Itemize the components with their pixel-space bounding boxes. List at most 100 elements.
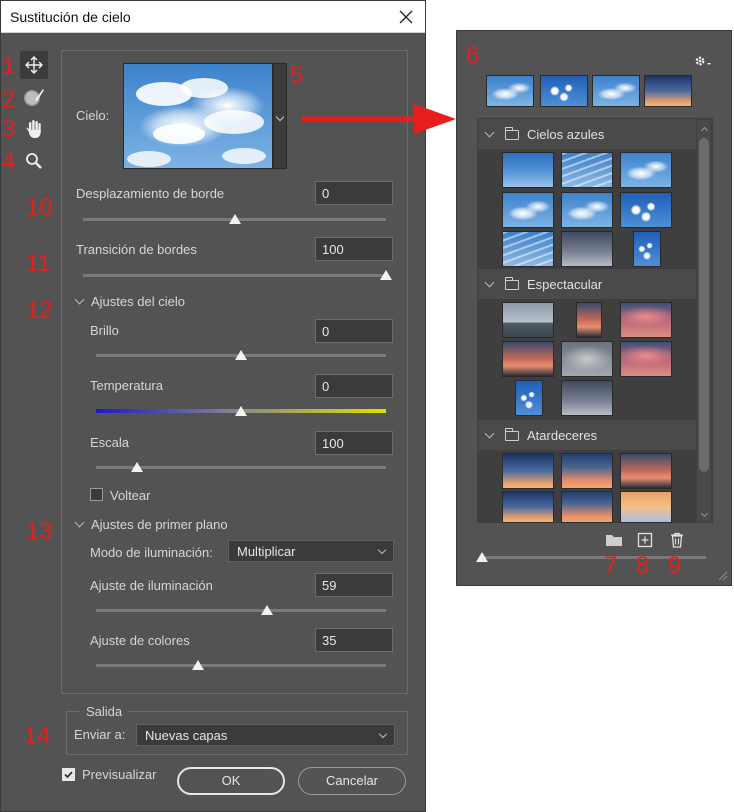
sky-preset-thumbnail[interactable] — [502, 192, 554, 228]
resize-grip-icon[interactable] — [716, 569, 728, 581]
annotation-number: 4 — [2, 148, 16, 175]
sky-preset-thumbnail[interactable] — [561, 231, 613, 267]
group-sunsets-header[interactable]: Atardeceres — [478, 420, 696, 450]
sky-preset-thumbnail[interactable] — [620, 192, 672, 228]
chevron-down-icon — [484, 127, 495, 138]
recent-sky-thumbnail[interactable] — [592, 75, 640, 107]
gear-icon — [695, 56, 711, 66]
sky-preview-thumbnail[interactable] — [123, 63, 273, 169]
sky-preset-thumbnail[interactable] — [620, 302, 672, 338]
folder-icon — [505, 127, 519, 140]
sky-preset-thumbnail[interactable] — [502, 152, 554, 188]
ok-button[interactable]: OK — [177, 767, 285, 795]
annotation-number: 14 — [24, 722, 51, 749]
cancel-button[interactable]: Cancelar — [298, 767, 406, 795]
lighting-adjust-input[interactable]: 59 — [315, 573, 393, 597]
edge-shift-slider-thumb[interactable] — [228, 214, 241, 224]
edge-shift-input[interactable]: 0 — [315, 181, 393, 205]
scrollbar-thumb[interactable] — [699, 138, 709, 472]
flip-label: Voltear — [110, 488, 151, 503]
edge-fade-label: Transición de bordes — [76, 242, 197, 257]
new-group-button[interactable] — [605, 532, 623, 548]
chevron-down-icon — [484, 277, 495, 288]
sky-preset-thumbnail[interactable] — [633, 231, 661, 267]
sky-preset-thumbnail[interactable] — [561, 192, 613, 228]
sky-dropdown-toggle[interactable] — [273, 63, 287, 169]
recent-sky-thumbnail[interactable] — [644, 75, 692, 107]
sky-preset-thumbnail[interactable] — [561, 491, 613, 523]
recent-sky-thumbnail[interactable] — [486, 75, 534, 107]
color-adjust-slider-track[interactable] — [96, 664, 386, 667]
brightness-input[interactable]: 0 — [315, 319, 393, 343]
annotation-arrow — [302, 104, 456, 134]
color-adjust-slider-thumb[interactable] — [191, 660, 204, 670]
lighting-mode-select[interactable]: Multiplicar — [228, 540, 394, 562]
zoom-tool-button[interactable] — [20, 147, 48, 175]
chevron-down-icon — [484, 428, 495, 439]
sky-preset-thumbnail[interactable] — [502, 231, 554, 267]
color-adjust-input[interactable]: 35 — [315, 628, 393, 652]
lighting-adjust-slider-track[interactable] — [96, 609, 386, 612]
folder-icon — [505, 277, 519, 290]
foreground-adjustments-header[interactable]: Ajustes de primer plano — [74, 517, 228, 532]
scale-slider-thumb[interactable] — [130, 462, 143, 472]
thumbnail-size-slider-thumb[interactable] — [476, 552, 488, 562]
annotation-number: 6 — [466, 42, 480, 69]
sky-adjustments-header[interactable]: Ajustes del cielo — [74, 294, 185, 309]
send-to-select[interactable]: Nuevas capas — [136, 724, 395, 746]
group-blue-skies-header[interactable]: Cielos azules — [478, 119, 696, 149]
lighting-adjust-slider-thumb[interactable] — [261, 605, 274, 615]
sky-brush-tool-button[interactable] — [20, 83, 48, 111]
annotation-number: 10 — [26, 194, 53, 221]
edge-fade-input[interactable]: 100 — [315, 237, 393, 261]
sky-preset-thumbnail[interactable] — [502, 341, 554, 377]
sky-preset-thumbnail[interactable] — [561, 341, 613, 377]
output-group-label: Salida — [80, 704, 129, 719]
hand-tool-button[interactable] — [20, 115, 48, 143]
chevron-down-icon — [74, 517, 85, 528]
recent-sky-thumbnail[interactable] — [540, 75, 588, 107]
preview-checkbox[interactable] — [62, 768, 75, 781]
folder-icon — [606, 535, 622, 546]
sky-preset-thumbnail[interactable] — [620, 341, 672, 377]
sky-preset-thumbnail[interactable] — [576, 302, 602, 338]
foreground-adjustments-label: Ajustes de primer plano — [91, 517, 228, 532]
zoom-icon — [26, 153, 42, 169]
sky-preset-thumbnail[interactable] — [515, 380, 543, 416]
hand-icon — [26, 120, 41, 138]
dialog-title: Sustitución de cielo — [10, 9, 131, 25]
sky-preset-thumbnail[interactable] — [502, 302, 554, 338]
sky-preset-thumbnail[interactable] — [620, 491, 672, 523]
group-name: Espectacular — [527, 277, 603, 292]
sky-preset-thumbnail[interactable] — [561, 380, 613, 416]
scale-input[interactable]: 100 — [315, 431, 393, 455]
sky-brush-icon — [24, 89, 44, 106]
send-to-value: Nuevas capas — [145, 728, 228, 743]
send-to-label: Enviar a: — [74, 727, 126, 742]
sky-preset-thumbnail[interactable] — [502, 491, 554, 523]
sky-preset-thumbnail[interactable] — [620, 453, 672, 489]
settings-menu-button[interactable] — [693, 53, 713, 69]
add-sky-button[interactable] — [637, 532, 653, 548]
temperature-label: Temperatura — [90, 378, 163, 393]
close-icon — [399, 10, 413, 24]
add-icon — [637, 532, 653, 548]
temperature-input[interactable]: 0 — [315, 374, 393, 398]
delete-sky-button[interactable] — [669, 532, 685, 548]
group-spectacular-header[interactable]: Espectacular — [478, 269, 696, 299]
brightness-slider-thumb[interactable] — [235, 350, 247, 360]
sky-preset-thumbnail[interactable] — [620, 152, 672, 188]
sky-preset-thumbnail[interactable] — [502, 453, 554, 489]
edge-fade-slider-track[interactable] — [83, 274, 386, 277]
temperature-slider-thumb[interactable] — [235, 406, 247, 416]
lighting-mode-value: Multiplicar — [237, 544, 296, 559]
sky-preset-thumbnail[interactable] — [561, 152, 613, 188]
annotation-number: 11 — [26, 250, 51, 277]
title-bar: Sustitución de cielo — [1, 1, 425, 33]
edge-fade-slider-thumb[interactable] — [380, 270, 392, 280]
close-button[interactable] — [393, 5, 419, 29]
sky-adjustments-label: Ajustes del cielo — [91, 294, 185, 309]
flip-checkbox[interactable] — [90, 488, 103, 501]
move-tool-button[interactable] — [20, 51, 48, 79]
sky-preset-thumbnail[interactable] — [561, 453, 613, 489]
